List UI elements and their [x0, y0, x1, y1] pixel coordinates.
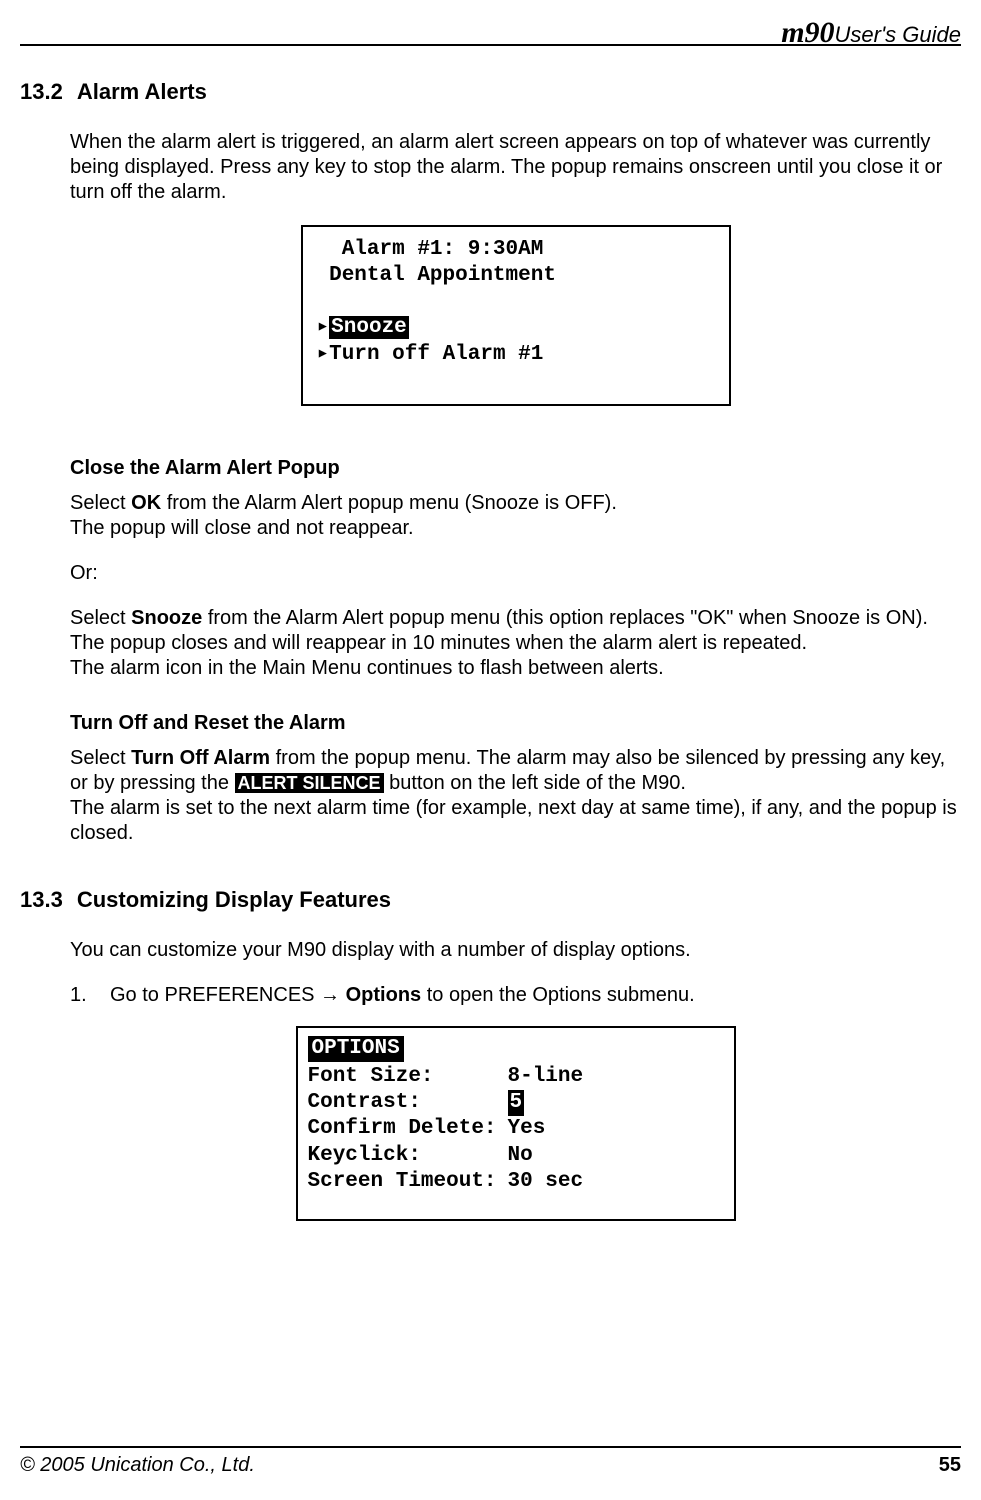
section-title: Customizing Display Features — [77, 886, 391, 914]
text: from the Alarm Alert popup menu (this op… — [202, 607, 928, 629]
option-label: Contrast: — [308, 1090, 508, 1116]
option-value: No — [508, 1143, 533, 1169]
option-value: 8-line — [508, 1064, 584, 1090]
text: The alarm is set to the next alarm time … — [70, 797, 957, 844]
turn-off-heading: Turn Off and Reset the Alarm — [70, 711, 961, 736]
page: m90User's Guide 13.2 Alarm Alerts When t… — [0, 0, 981, 1500]
step-1: 1. Go to PREFERENCES → Options to open t… — [70, 983, 961, 1008]
step-text: Go to PREFERENCES → Options to open the … — [110, 983, 695, 1008]
options-title: OPTIONS — [308, 1036, 404, 1062]
footer-copyright: © 2005 Unication Co., Ltd. — [20, 1453, 255, 1478]
text: Go to PREFERENCES → — [110, 984, 346, 1006]
option-value: 30 sec — [508, 1169, 584, 1195]
close-popup-heading: Close the Alarm Alert Popup — [70, 456, 961, 481]
text: button on the left side of the M90. — [384, 772, 686, 794]
main-content: 13.2 Alarm Alerts When the alarm alert i… — [20, 78, 961, 1241]
turnoff-marker: ▸ — [317, 343, 330, 366]
turn-off-paragraph: Select Turn Off Alarm from the popup men… — [70, 746, 961, 846]
option-value-selected: 5 — [508, 1090, 525, 1116]
text: The alarm icon in the Main Menu continue… — [70, 657, 664, 679]
intro-paragraph: When the alarm alert is triggered, an al… — [70, 130, 961, 205]
footer-rule — [20, 1446, 961, 1448]
options-screen: OPTIONS Font Size: 8-line Contrast: 5 Co… — [296, 1026, 736, 1222]
snooze-option: Snooze — [329, 316, 409, 339]
section-13-3-body: You can customize your M90 display with … — [70, 938, 961, 1222]
close-popup-p1: Select OK from the Alarm Alert popup men… — [70, 491, 961, 541]
option-label: Keyclick: — [308, 1143, 508, 1169]
text: The popup closes and will reappear in 10… — [70, 632, 807, 654]
ok-bold: OK — [131, 492, 161, 514]
text: Select — [70, 492, 131, 514]
option-row-font-size: Font Size: 8-line — [308, 1064, 724, 1090]
customize-intro: You can customize your M90 display with … — [70, 938, 961, 963]
step-number: 1. — [70, 983, 92, 1008]
turn-off-alarm-bold: Turn Off Alarm — [131, 747, 270, 769]
section-title: Alarm Alerts — [77, 78, 207, 106]
alarm-alert-screen: Alarm #1: 9:30AM Dental Appointment ▸Sno… — [301, 225, 731, 407]
option-row-contrast: Contrast: 5 — [308, 1090, 724, 1116]
turnoff-option: Turn off Alarm #1 — [329, 343, 543, 366]
or-text: Or: — [70, 561, 961, 586]
option-label: Screen Timeout: — [308, 1169, 508, 1195]
snooze-bold: Snooze — [131, 607, 202, 629]
section-number: 13.3 — [20, 886, 63, 914]
section-number: 13.2 — [20, 78, 63, 106]
section-13-3-heading: 13.3 Customizing Display Features — [20, 886, 961, 914]
text: Select — [70, 607, 131, 629]
text: Select — [70, 747, 131, 769]
text: The popup will close and not reappear. — [70, 517, 414, 539]
footer-page-number: 55 — [939, 1453, 961, 1478]
option-value: Yes — [508, 1116, 546, 1142]
alarm-line1: Alarm #1: 9:30AM — [317, 238, 544, 261]
options-bold: Options — [346, 984, 422, 1006]
header-rule — [20, 44, 961, 46]
close-popup-p2: Select Snooze from the Alarm Alert popup… — [70, 606, 961, 681]
option-label: Font Size: — [308, 1064, 508, 1090]
option-row-confirm-delete: Confirm Delete: Yes — [308, 1116, 724, 1142]
alert-silence-button-label: ALERT SILENCE — [235, 773, 384, 793]
section-13-2-heading: 13.2 Alarm Alerts — [20, 78, 961, 106]
option-row-keyclick: Keyclick: No — [308, 1143, 724, 1169]
snooze-marker: ▸ — [317, 316, 330, 339]
option-label: Confirm Delete: — [308, 1116, 508, 1142]
alarm-line2: Dental Appointment — [317, 264, 556, 287]
text: from the Alarm Alert popup menu (Snooze … — [161, 492, 617, 514]
option-row-screen-timeout: Screen Timeout: 30 sec — [308, 1169, 724, 1195]
section-13-2-body: When the alarm alert is triggered, an al… — [70, 130, 961, 847]
text: to open the Options submenu. — [421, 984, 695, 1006]
